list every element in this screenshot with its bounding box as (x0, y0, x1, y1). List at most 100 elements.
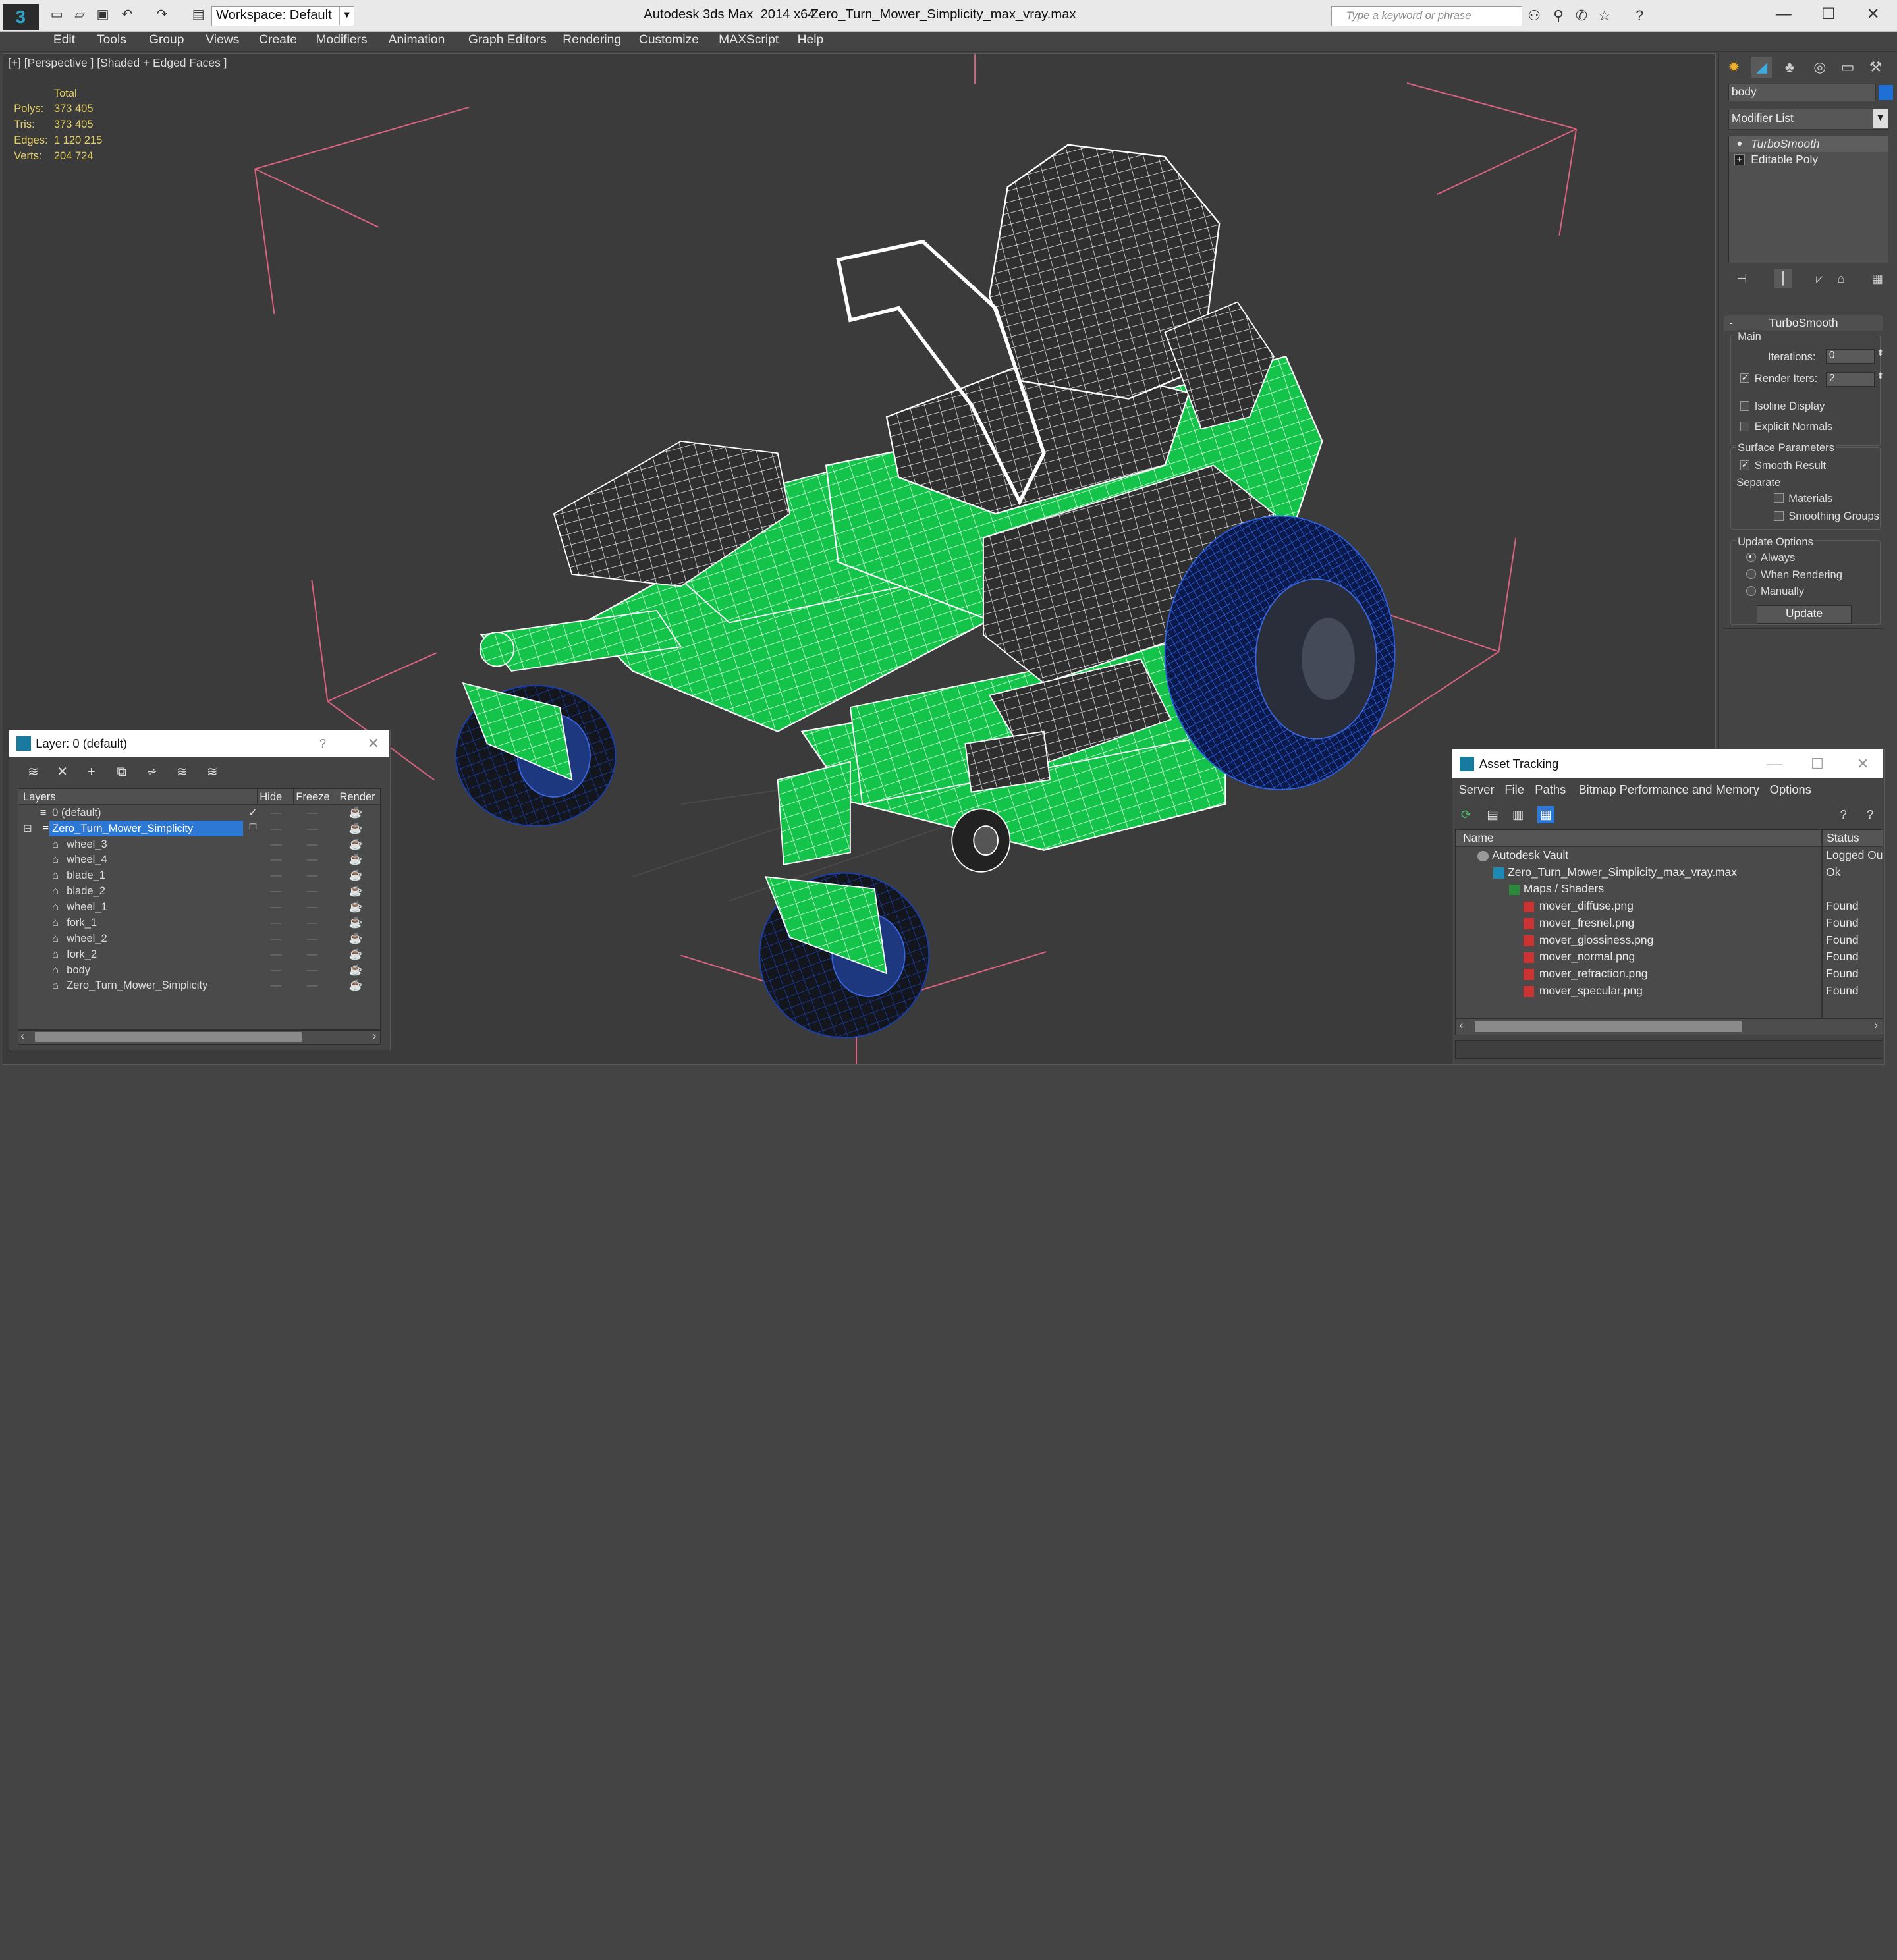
scroll-right-icon[interactable]: › (373, 1029, 377, 1043)
open-file-icon[interactable]: ▱ (71, 7, 88, 23)
asset-row[interactable]: mover_specular.png Found (1456, 983, 1883, 1000)
asset-row[interactable]: mover_refraction.png Found (1456, 966, 1883, 983)
spinner-arrows-icon[interactable]: ⬍ (1877, 371, 1884, 381)
layer-row[interactable]: ⌂ fork_1 — — ☕ (18, 915, 380, 931)
new-file-icon[interactable]: ▭ (48, 7, 65, 23)
display-tab-icon[interactable]: ▭ (1838, 57, 1858, 77)
list-view-icon[interactable]: ▤ (1484, 806, 1501, 823)
add-to-layer-icon[interactable]: ☐ (246, 821, 260, 836)
project-folder-icon[interactable]: ▤ (190, 7, 207, 23)
render-teapot-icon[interactable]: ☕ (348, 805, 363, 821)
menu-rendering[interactable]: Rendering (563, 33, 621, 47)
layer-row[interactable]: ⌂ wheel_3 — — ☕ (18, 836, 380, 852)
grid-view-icon[interactable]: ▦ (1537, 806, 1554, 824)
render-iters-checkbox[interactable]: ✓ (1740, 373, 1750, 383)
stack-item-editable-poly[interactable]: + Editable Poly (1729, 152, 1887, 168)
modifier-stack[interactable]: ● TurboSmooth + Editable Poly (1728, 135, 1888, 264)
column-hide[interactable]: Hide (256, 788, 293, 805)
layer-row[interactable]: ⌂ blade_1 — — ☕ (18, 867, 380, 883)
layer-manager-titlebar[interactable]: Layer: 0 (default) ? ✕ (9, 730, 389, 757)
iterations-spinner[interactable]: 0 (1826, 349, 1875, 364)
render-iters-spinner[interactable]: 2 (1826, 371, 1875, 387)
freeze-toggle[interactable]: — (304, 946, 321, 962)
hierarchy-tab-icon[interactable]: ♣ (1779, 57, 1800, 77)
pin-stack-icon[interactable]: ⊣ (1734, 269, 1751, 288)
column-freeze[interactable]: Freeze (292, 788, 337, 805)
communication-icon[interactable]: ✆ (1573, 7, 1590, 24)
hide-toggle[interactable]: — (269, 899, 283, 915)
layer-row[interactable]: ⌂ Zero_Turn_Mower_Simplicity — — ☕ (18, 977, 380, 993)
hide-all-icon[interactable]: ≋ (173, 764, 192, 781)
render-teapot-icon[interactable]: ☕ (348, 867, 363, 883)
freeze-toggle[interactable]: — (304, 852, 321, 867)
table-view-icon[interactable]: ▥ (1510, 806, 1527, 823)
help-context-icon[interactable]: ? (1861, 806, 1879, 823)
scroll-left-icon[interactable]: ‹ (20, 1029, 24, 1043)
freeze-toggle[interactable]: — (304, 962, 321, 978)
when-rendering-radio[interactable] (1746, 569, 1756, 580)
close-icon[interactable]: ✕ (368, 730, 379, 757)
render-teapot-icon[interactable]: ☕ (348, 915, 363, 931)
asset-menu-file[interactable]: File (1504, 782, 1524, 797)
asset-row[interactable]: mover_normal.png Found (1456, 948, 1883, 966)
asset-row[interactable]: Autodesk Vault Logged Ou (1456, 847, 1883, 864)
scroll-right-icon[interactable]: › (1875, 1019, 1879, 1032)
update-button[interactable]: Update (1757, 605, 1852, 624)
asset-menu-paths[interactable]: Paths (1535, 782, 1566, 797)
layer-row[interactable]: ⌂ blade_2 — — ☕ (18, 883, 380, 899)
render-teapot-icon[interactable]: ☕ (348, 899, 363, 915)
menu-views[interactable]: Views (206, 33, 239, 47)
scroll-thumb[interactable] (35, 1032, 302, 1042)
hide-toggle[interactable]: — (269, 805, 283, 821)
expand-icon[interactable]: + (1734, 154, 1746, 165)
smoothing-groups-checkbox[interactable] (1774, 511, 1784, 521)
asset-menu-bitmap-performance[interactable]: Bitmap Performance and Memory (1578, 782, 1759, 797)
redo-icon[interactable]: ↷ (153, 7, 171, 23)
isoline-checkbox[interactable] (1740, 401, 1750, 411)
viewport-label[interactable]: [+] [Perspective ] [Shaded + Edged Faces… (8, 56, 227, 70)
undo-icon[interactable]: ↶ (119, 7, 136, 23)
hide-toggle[interactable]: — (269, 821, 283, 836)
maximize-button[interactable]: ☐ (1816, 5, 1840, 24)
search-input[interactable]: Type a keyword or phrase (1331, 6, 1522, 27)
menu-help[interactable]: Help (798, 33, 824, 47)
column-render[interactable]: Render (336, 788, 380, 805)
close-button[interactable]: ✕ (1857, 749, 1869, 778)
refresh-icon[interactable]: ⟳ (1458, 806, 1475, 823)
layer-row[interactable]: ⌂ wheel_4 — — ☕ (18, 852, 380, 867)
rollout-header[interactable]: - TurboSmooth (1724, 315, 1883, 331)
help-icon[interactable]: ? (1835, 806, 1852, 823)
motion-tab-icon[interactable]: ◎ (1809, 57, 1830, 77)
freeze-toggle[interactable]: — (304, 821, 321, 836)
freeze-all-icon[interactable]: ≋ (203, 764, 222, 781)
manually-radio[interactable] (1746, 586, 1756, 596)
menu-maxscript[interactable]: MAXScript (719, 33, 779, 47)
active-layer-check-icon[interactable]: ✓ (246, 805, 260, 821)
menu-graph-editors[interactable]: Graph Editors (468, 33, 547, 47)
menu-create[interactable]: Create (259, 33, 297, 47)
hide-toggle[interactable]: — (269, 852, 283, 867)
configure-sets-icon[interactable]: ▦ (1869, 269, 1886, 288)
lightbulb-icon[interactable]: ● (1734, 138, 1746, 150)
menu-animation[interactable]: Animation (389, 33, 445, 47)
hide-toggle[interactable]: — (269, 915, 283, 931)
layer-row[interactable]: ⌂ wheel_1 — — ☕ (18, 899, 380, 915)
materials-checkbox[interactable] (1774, 493, 1784, 503)
hide-toggle[interactable]: — (269, 867, 283, 883)
app-logo-icon[interactable]: 3 (2, 3, 39, 30)
freeze-toggle[interactable]: — (304, 883, 321, 899)
render-teapot-icon[interactable]: ☕ (348, 946, 363, 962)
hide-toggle[interactable]: — (269, 962, 283, 978)
asset-row[interactable]: Maps / Shaders (1456, 881, 1883, 898)
object-color-swatch[interactable] (1879, 84, 1894, 101)
hide-toggle[interactable]: — (269, 977, 283, 993)
asset-menu-server[interactable]: Server (1459, 782, 1495, 797)
asset-row[interactable]: Zero_Turn_Mower_Simplicity_max_vray.max O… (1456, 864, 1883, 881)
stack-item-turbosmooth[interactable]: ● TurboSmooth (1729, 136, 1888, 152)
menu-group[interactable]: Group (149, 33, 184, 47)
close-button[interactable]: ✕ (1861, 5, 1885, 24)
subscription-icon[interactable]: ⚲ (1550, 7, 1567, 24)
create-tab-icon[interactable]: ✹ (1724, 57, 1744, 77)
freeze-toggle[interactable]: — (304, 836, 321, 852)
asset-row[interactable]: mover_glossiness.png Found (1456, 932, 1883, 949)
